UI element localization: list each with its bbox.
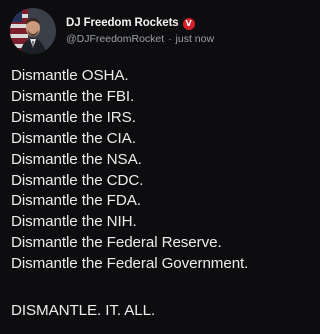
separator: · [168, 32, 172, 45]
tweet-closing-line: DISMANTLE. IT. ALL. [11, 302, 156, 319]
tweet-line: Dismantle the FDA. [11, 192, 141, 210]
tweet-header: DJ Freedom Rockets V @DJFreedomRocket · … [10, 8, 214, 54]
tweet-line: Dismantle the Federal Reserve. [11, 234, 222, 252]
display-name[interactable]: DJ Freedom Rockets [66, 17, 179, 31]
tweet-line: Dismantle the Federal Government. [11, 255, 249, 273]
tweet-line: Dismantle the CIA. [11, 129, 136, 147]
profile-photo-icon [10, 8, 56, 54]
tweet-line: Dismantle the CDC. [11, 171, 144, 189]
timestamp[interactable]: just now [176, 33, 215, 45]
tweet-line: Dismantle the NIH. [11, 213, 137, 231]
tweet-body: Dismantle OSHA. Dismantle the FBI. Disma… [11, 66, 287, 275]
name-row: DJ Freedom Rockets V [66, 17, 214, 31]
tweet-line: Dismantle OSHA. [11, 67, 129, 84]
avatar[interactable] [10, 8, 56, 54]
tweet-line: Dismantle the NSA. [11, 150, 142, 168]
handle[interactable]: @DJFreedomRocket [66, 33, 164, 45]
tweet-card: DJ Freedom Rockets V @DJFreedomRocket · … [0, 0, 289, 334]
verified-badge-icon: V [182, 17, 195, 30]
tweet-line: Dismantle the IRS. [11, 108, 136, 126]
author-identity: DJ Freedom Rockets V @DJFreedomRocket · … [66, 17, 214, 45]
meta-row: @DJFreedomRocket · just now [66, 33, 214, 46]
tweet-line: Dismantle the FBI. [11, 87, 135, 105]
